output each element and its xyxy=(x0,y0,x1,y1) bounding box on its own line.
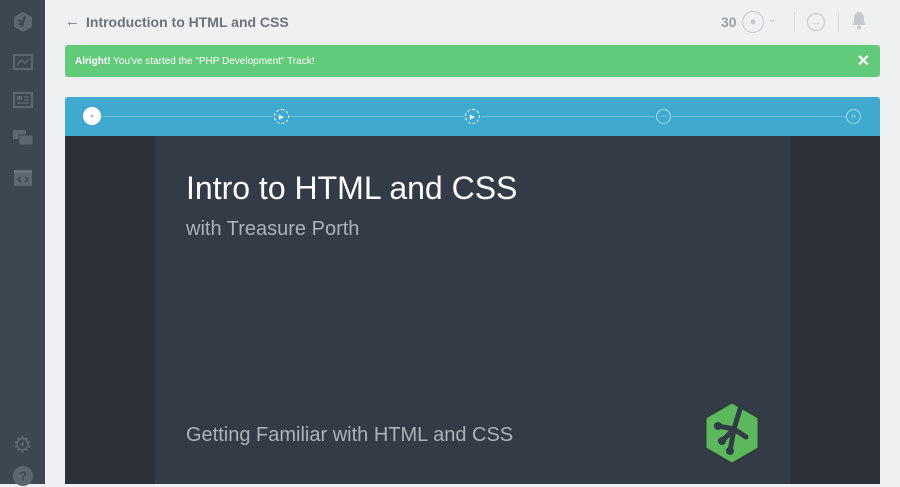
video-subtitle: with Treasure Porth xyxy=(186,218,360,240)
sign-out-arrow-icon[interactable]: → xyxy=(807,13,825,31)
video-title: Intro to HTML and CSS xyxy=(186,170,518,206)
progress-line xyxy=(290,116,464,117)
success-banner: Alright! You've started the "PHP Develop… xyxy=(65,45,880,77)
progress-line xyxy=(672,116,846,117)
back-arrow-icon[interactable]: ← xyxy=(65,13,80,30)
tracks-icon[interactable] xyxy=(11,89,34,111)
library-icon[interactable] xyxy=(11,51,34,73)
points-count: 30 xyxy=(721,14,737,30)
notifications-bell-icon[interactable] xyxy=(850,11,868,36)
video-player[interactable]: Intro to HTML and CSS with Treasure Port… xyxy=(65,136,880,484)
treehouse-frog-logo-icon xyxy=(700,401,764,470)
course-title: Introduction to HTML and CSS xyxy=(86,13,289,30)
community-icon[interactable] xyxy=(11,127,34,149)
banner-strong: Alright! xyxy=(75,56,111,67)
chevron-down-icon[interactable]: ⌄ xyxy=(768,14,776,25)
settings-gear-icon[interactable]: ⚙ xyxy=(11,432,34,457)
progress-line xyxy=(481,116,655,117)
step-video-play-icon[interactable]: ▶ xyxy=(274,109,289,124)
divider xyxy=(838,12,839,32)
track-progress-bar: ● ▶ ▶ ··· ‹› xyxy=(65,97,880,136)
svg-text:?: ? xyxy=(19,469,27,484)
progress-line xyxy=(99,116,273,117)
banner-message: You've started the "PHP Development" Tra… xyxy=(110,56,315,67)
page-title: ← Introduction to HTML and CSS xyxy=(65,13,289,30)
step-video-play-icon[interactable]: ▶ xyxy=(465,109,480,124)
avatar-icon[interactable]: ● xyxy=(742,11,764,33)
step-code-challenge-icon[interactable]: ‹› xyxy=(846,109,861,124)
divider xyxy=(794,12,795,32)
video-caption: Getting Familiar with HTML and CSS xyxy=(186,424,514,446)
step-quiz-icon[interactable]: ··· xyxy=(656,109,671,124)
treehouse-logo-icon[interactable] xyxy=(11,11,34,33)
video-slide: Intro to HTML and CSS with Treasure Port… xyxy=(155,136,790,484)
close-banner-button[interactable]: ✕ xyxy=(857,51,870,71)
step-user-icon[interactable]: ● xyxy=(83,107,101,125)
sidebar: ⚙ ? xyxy=(0,0,45,486)
workspaces-icon[interactable] xyxy=(11,167,34,189)
